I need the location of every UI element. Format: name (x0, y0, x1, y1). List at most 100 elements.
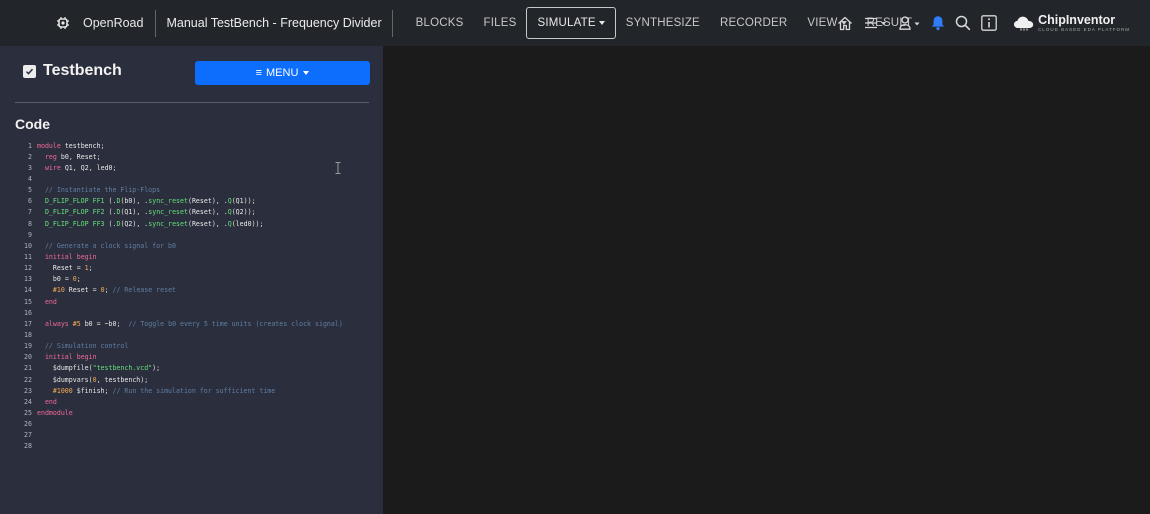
line-number: 16 (24, 308, 32, 317)
code-line[interactable]: 12 Reset = 1; (20, 263, 375, 274)
code-text: reg b0, Reset; (44, 152, 101, 161)
line-number: 25 (24, 408, 32, 417)
chipinventor-logo[interactable]: ChipInventor CLOUD BASED EDA PLATFORM (1013, 12, 1130, 33)
code-line[interactable]: 17 always #5 b0 = ~b0; // Toggle b0 ever… (20, 318, 375, 329)
panel-title: Testbench (43, 62, 122, 79)
code-text: initial begin (44, 353, 97, 362)
code-heading: Code (15, 116, 50, 132)
code-line[interactable]: 27 (20, 430, 375, 441)
line-number: 7 (28, 208, 32, 217)
code-line[interactable]: 20 initial begin (20, 352, 375, 363)
nav-recorder[interactable]: RECORDER (710, 7, 797, 39)
panel-header: Testbench (23, 62, 122, 80)
code-line[interactable]: 22 $dumpvars(0, testbench); (20, 374, 375, 385)
menu-button[interactable]: ≡ MENU (195, 61, 370, 85)
code-line[interactable]: 23 #1000 $finish; // Run the simulation … (20, 385, 375, 396)
top-navbar: OpenRoad Manual TestBench - Frequency Di… (0, 0, 1150, 46)
nav-blocks[interactable]: BLOCKS (406, 7, 474, 39)
line-number: 14 (24, 286, 32, 295)
code-text: D_FLIP_FLOP FF2 (.D(Q1), .sync_reset(Res… (44, 208, 256, 217)
line-number: 13 (24, 275, 32, 284)
line-number: 8 (28, 219, 32, 228)
nav-files[interactable]: FILES (473, 7, 526, 39)
code-line[interactable]: 7 D_FLIP_FLOP FF2 (.D(Q1), .sync_reset(R… (20, 207, 375, 218)
code-line[interactable]: 15 end (20, 296, 375, 307)
info-icon[interactable] (981, 15, 997, 31)
hamburger-menu-icon[interactable] (865, 17, 887, 29)
hamburger-icon: ≡ (255, 67, 263, 79)
nav-synthesize[interactable]: SYNTHESIZE (616, 7, 710, 39)
code-editor[interactable]: 1 module testbench; 2 reg b0, Reset; 3 wire… (20, 140, 375, 452)
code-text: // Instantiate the Flip-Flops (44, 186, 161, 195)
line-number: 3 (28, 163, 32, 172)
line-number: 15 (24, 297, 32, 306)
logo-name: ChipInventor (1038, 12, 1116, 27)
brand[interactable]: OpenRoad (56, 16, 143, 30)
code-text: D_FLIP_FLOP FF3 (.D(Q2), .sync_reset(Res… (44, 219, 264, 228)
code-line[interactable]: 25 endmodule (20, 407, 375, 418)
chip-icon (57, 17, 69, 29)
navbar-actions: ChipInventor CLOUD BASED EDA PLATFORM (837, 0, 1150, 46)
code-line[interactable]: 19 // Simulation control (20, 341, 375, 352)
code-line[interactable]: 18 (20, 329, 375, 340)
code-line[interactable]: 14 #10 Reset = 0; // Release reset (20, 285, 375, 296)
code-text: // Generate a clock signal for b0 (44, 241, 176, 250)
text-cursor-icon (335, 162, 341, 174)
main-workspace[interactable] (335, 46, 1150, 514)
code-text: endmodule (37, 408, 73, 417)
line-number: 10 (24, 241, 32, 250)
user-icon[interactable] (899, 16, 921, 30)
line-number: 27 (24, 431, 32, 440)
line-number: 11 (24, 252, 32, 261)
code-text: D_FLIP_FLOP FF1 (.D(b0), .sync_reset(Res… (44, 197, 256, 206)
code-line[interactable]: 10 // Generate a clock signal for b0 (20, 240, 375, 251)
code-text: module testbench; (37, 141, 105, 150)
code-text: initial begin (44, 252, 97, 261)
code-line[interactable]: 3 wire Q1, Q2, led0; (20, 162, 375, 173)
home-icon[interactable] (837, 16, 853, 31)
brand-name: OpenRoad (83, 16, 144, 30)
code-line[interactable]: 21 $dumpfile("testbench.vcd"); (20, 363, 375, 374)
code-line[interactable]: 5 // Instantiate the Flip-Flops (20, 185, 375, 196)
code-line[interactable]: 9 (20, 229, 375, 240)
navbar-divider (155, 9, 157, 37)
line-number: 4 (28, 174, 32, 183)
code-line[interactable]: 1 module testbench; (20, 140, 375, 151)
project-title: Manual TestBench - Frequency Divider (166, 16, 382, 30)
line-number: 9 (28, 230, 32, 239)
code-text: b0 = 0; (52, 275, 81, 284)
line-number: 21 (24, 364, 32, 373)
line-number: 20 (24, 353, 32, 362)
line-number: 2 (28, 152, 32, 161)
nav-simulate[interactable]: SIMULATE (526, 7, 616, 39)
line-number: 5 (28, 186, 32, 195)
line-number: 22 (24, 375, 32, 384)
code-line[interactable]: 24 end (20, 396, 375, 407)
code-line[interactable]: 6 D_FLIP_FLOP FF1 (.D(b0), .sync_reset(R… (20, 196, 375, 207)
code-line[interactable]: 2 reg b0, Reset; (20, 151, 375, 162)
bell-icon[interactable] (931, 15, 945, 31)
code-line[interactable]: 8 D_FLIP_FLOP FF3 (.D(Q2), .sync_reset(R… (20, 218, 375, 229)
code-text: $dumpvars(0, testbench); (52, 375, 149, 384)
code-line[interactable]: 13 b0 = 0; (20, 274, 375, 285)
logo-tagline: CLOUD BASED EDA PLATFORM (1038, 26, 1130, 32)
line-number: 12 (24, 264, 32, 273)
line-number: 26 (24, 420, 32, 429)
code-text: wire Q1, Q2, led0; (44, 163, 117, 172)
code-line[interactable]: 4 (20, 173, 375, 184)
code-line[interactable]: 26 (20, 419, 375, 430)
code-text: #10 Reset = 0; // Release reset (52, 286, 177, 295)
code-text: end (44, 397, 57, 406)
search-icon[interactable] (955, 15, 971, 31)
code-text: end (44, 297, 57, 306)
code-line[interactable]: 11 initial begin (20, 251, 375, 262)
navbar-divider (391, 9, 393, 37)
code-text: Reset = 1; (52, 264, 93, 273)
code-text: // Simulation control (44, 342, 129, 351)
code-line[interactable]: 16 (20, 307, 375, 318)
line-number: 23 (24, 386, 32, 395)
caret-down-icon (598, 21, 605, 25)
line-number: 17 (24, 319, 32, 328)
line-number: 19 (24, 342, 32, 351)
code-line[interactable]: 28 (20, 441, 375, 452)
